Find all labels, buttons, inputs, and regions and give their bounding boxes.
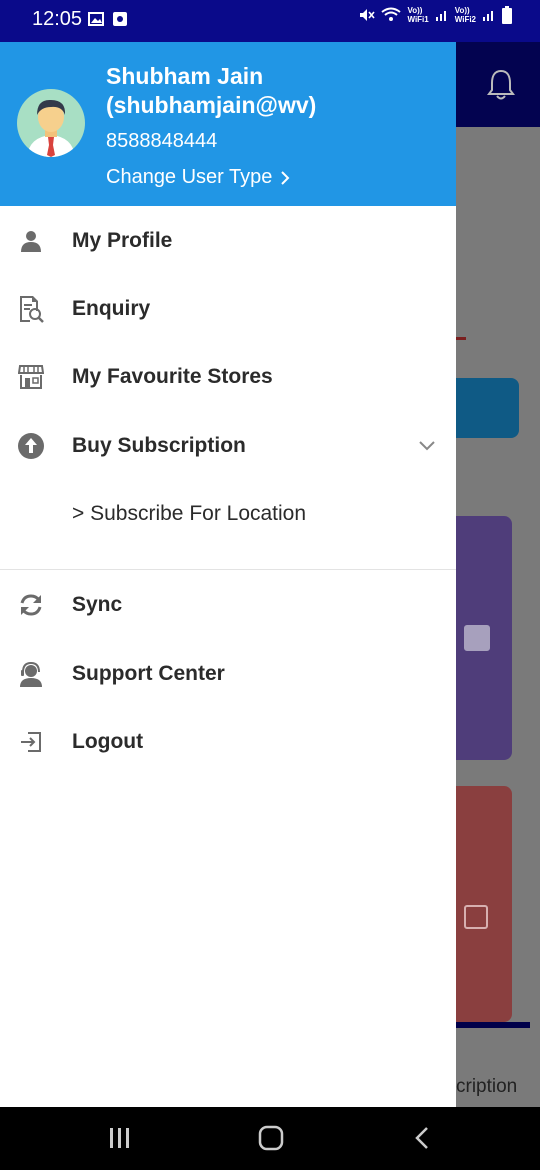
checkbox-checked-icon [464,625,490,651]
menu-divider [0,569,456,570]
upload-circle-icon [17,432,45,460]
wifi-icon [381,7,402,21]
back-button[interactable] [402,1121,442,1155]
navigation-drawer: Shubham Jain (shubhamjain@wv) 8588848444… [0,42,456,1107]
background-tab-indicator [456,1022,530,1028]
back-icon [415,1127,428,1149]
change-user-type-label: Change User Type [106,166,273,188]
menu-item-buy-subscription[interactable]: Buy Subscription [0,416,456,476]
store-icon [17,363,45,391]
menu-label-enquiry: Enquiry [72,297,151,320]
status-bar: 12:05 Vo)) WiFi1 Vo)) WiFi2 [0,0,540,42]
signal-icon [483,11,493,21]
support-agent-icon [17,660,45,688]
menu-label-my-profile: My Profile [72,229,173,252]
background-app: cription [456,42,540,1107]
user-phone: 8588848444 [106,130,218,152]
home-button[interactable] [251,1121,291,1155]
user-handle: (shubhamjain@wv) [106,92,317,118]
menu-label-sync: Sync [72,593,123,616]
image-icon [88,12,104,26]
menu-item-logout[interactable]: Logout [0,712,456,772]
menu-label-support-center: Support Center [72,662,225,685]
recent-apps-button[interactable] [100,1121,140,1155]
user-display-name: Shubham Jain [106,63,264,89]
notification-square-icon [113,12,127,26]
bell-icon [487,69,515,100]
home-icon [258,1125,284,1151]
checkbox-empty-icon [464,905,488,929]
background-tab-label: cription [456,1076,518,1097]
menu-item-favourite-stores[interactable]: My Favourite Stores [0,347,456,407]
change-user-type-link[interactable]: Change User Type [106,166,290,189]
avatar [17,89,85,157]
chevron-down-icon[interactable] [418,440,436,452]
background-accent [456,337,466,340]
menu-item-support-center[interactable]: Support Center [0,644,456,704]
user-name: Shubham Jain (shubhamjain@wv) [106,62,446,120]
menu-label-favourite-stores: My Favourite Stores [72,365,273,388]
menu-item-my-profile[interactable]: My Profile [0,211,456,271]
submenu-label-subscribe-location: > Subscribe For Location [72,502,307,525]
drawer-header: Shubham Jain (shubhamjain@wv) 8588848444… [0,42,456,206]
menu-label-buy-subscription: Buy Subscription [72,434,246,457]
person-icon [17,227,45,255]
background-card-red [456,786,512,1022]
logout-icon [17,728,45,756]
background-header [456,42,540,127]
system-navigation-bar [0,1107,540,1170]
menu-item-sync[interactable]: Sync [0,575,456,635]
sim2-label: Vo)) WiFi2 [454,6,476,24]
background-button [456,378,519,438]
document-search-icon [17,295,45,323]
signal-icon [435,11,446,21]
status-time: 12:05 [32,8,83,30]
menu-label-logout: Logout [72,730,144,753]
submenu-item-subscribe-location[interactable]: > Subscribe For Location [0,484,456,544]
sim1-label: Vo)) WiFi1 [407,6,429,24]
status-icons: Vo)) WiFi1 Vo)) WiFi2 [357,6,512,24]
menu-item-enquiry[interactable]: Enquiry [0,279,456,339]
chevron-right-icon [281,170,290,185]
battery-icon [502,6,512,24]
user-avatar-icon [27,99,75,157]
sync-icon [17,591,45,619]
mute-icon [360,9,376,21]
recent-apps-icon [110,1128,129,1148]
